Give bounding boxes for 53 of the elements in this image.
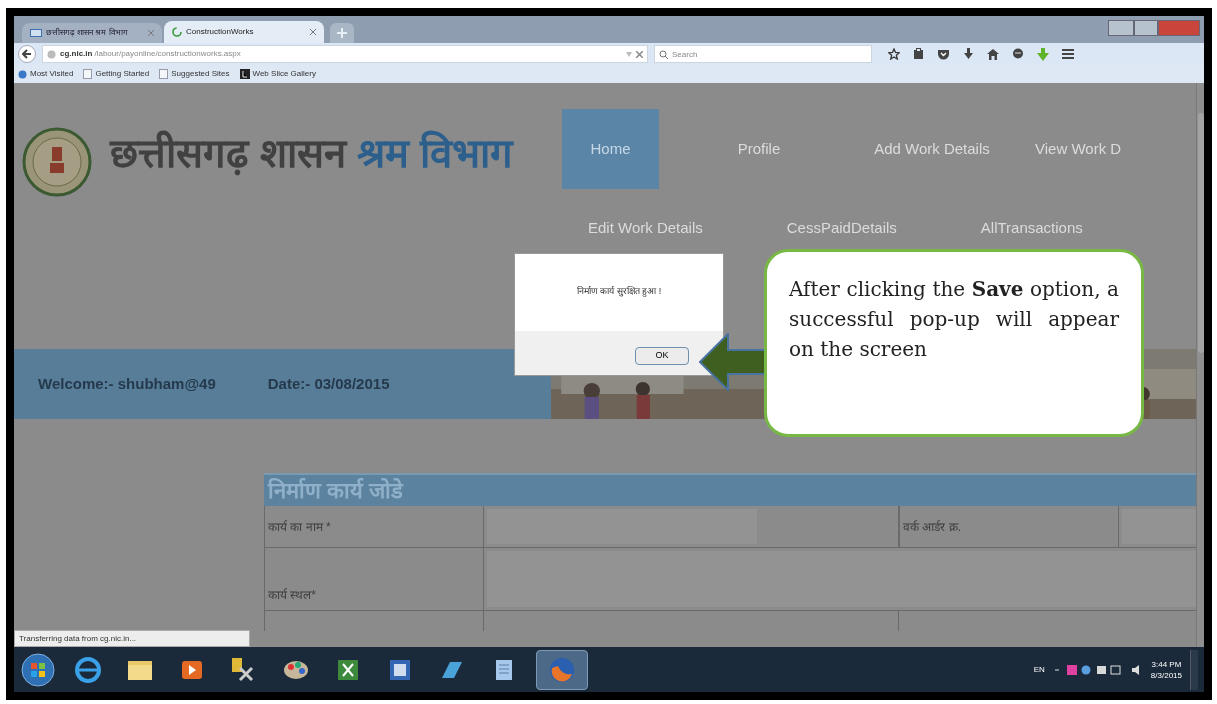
clock-date[interactable]: 8/3/2015 (1150, 669, 1182, 681)
field-label: कार्य स्थल* (264, 548, 484, 610)
date-text: Date:- 03/08/2015 (267, 373, 390, 394)
back-arrow-icon (22, 49, 32, 59)
browser-tab[interactable]: छत्तीसगढ़ शासन श्रम विभाग (22, 23, 162, 43)
plus-icon (337, 28, 347, 38)
url-domain: cg.nic.in (60, 48, 93, 60)
tab-title: छत्तीसगढ़ शासन श्रम विभाग (46, 27, 128, 39)
address-field[interactable]: cg.nic.in /labour/payonline/constructionworks.aspx (42, 45, 648, 63)
menu-icon[interactable] (1062, 49, 1074, 59)
url-path: /labour/payonline/constructionworks.aspx (94, 48, 241, 60)
bookmark-link[interactable]: Web Slice Gallery (252, 68, 316, 80)
language-indicator[interactable]: EN (1033, 663, 1045, 676)
search-box[interactable]: Search (654, 45, 872, 63)
dialog-message: निर्माण कार्य सुरक्षित हुआ ! (576, 284, 662, 299)
slice-icon (239, 69, 250, 79)
page-icon (30, 29, 42, 37)
page-icon (159, 69, 169, 79)
field-label: कार्य का नाम * (264, 506, 484, 547)
bookmark-link[interactable]: Suggested Sites (171, 68, 230, 80)
back-button[interactable] (18, 45, 36, 63)
clear-icon[interactable] (636, 50, 643, 58)
input-field[interactable] (1122, 509, 1198, 544)
download-icon[interactable] (963, 48, 974, 60)
home-icon[interactable] (987, 48, 999, 60)
clock-time[interactable]: 3:44 PM (1151, 658, 1182, 670)
minimize-button[interactable] (1108, 20, 1134, 36)
bookmark-link[interactable]: Getting Started (95, 68, 150, 80)
search-icon (659, 49, 668, 59)
status-text: Transferring data from cg.nic.in... (19, 632, 137, 645)
tab-title: ConstructionWorks (186, 26, 254, 38)
emblem-icon (22, 125, 92, 199)
bookmark-link[interactable]: Most Visited (30, 68, 74, 80)
page-icon (83, 69, 93, 79)
search-field[interactable]: Search (672, 47, 862, 61)
start-button[interactable] (20, 651, 56, 688)
site-title: छत्तीसगढ़ शासन (110, 131, 347, 175)
input-field[interactable] (487, 551, 1198, 607)
tray-icons[interactable] (1052, 663, 1123, 676)
callout-text: After clicking the Save option, a successful pop-up will appear on the screen (789, 276, 1119, 363)
ok-button[interactable]: OK (635, 347, 689, 365)
maximize-button[interactable] (1134, 20, 1158, 36)
dropdown-icon (626, 51, 632, 57)
field-label: वर्क आर्डर क्र. (899, 506, 1119, 547)
scrollbar[interactable] (1196, 83, 1204, 647)
department-title: श्रम विभाग (357, 131, 514, 175)
loading-icon (172, 27, 182, 37)
close-icon[interactable] (310, 29, 316, 35)
browser-tab[interactable]: ConstructionWorks (164, 21, 324, 43)
pocket-icon[interactable] (937, 48, 950, 60)
taskbar-button[interactable] (536, 649, 588, 690)
welcome-text: Welcome:- shubham@49 (38, 373, 216, 394)
clipboard-icon[interactable] (913, 48, 924, 60)
